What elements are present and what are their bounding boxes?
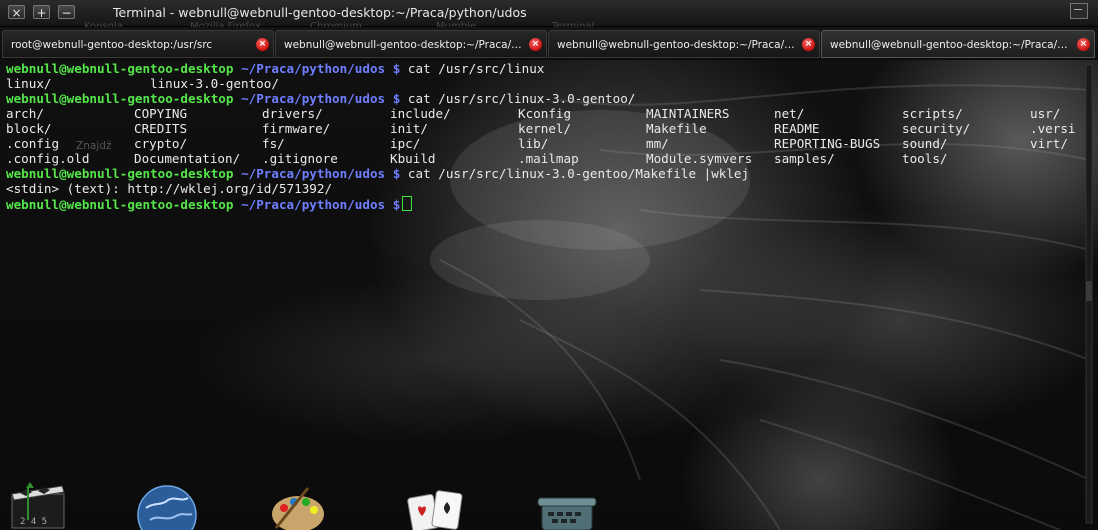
prompt-symbol: $ xyxy=(392,197,401,212)
listing-row: block/ CREDITS firmware/ init/ kernel/ M… xyxy=(6,121,1076,136)
tab-webnull-3-active[interactable]: webnull@webnull-gentoo-desktop:~/Praca/p… xyxy=(821,30,1095,58)
command-text: cat /usr/src/linux-3.0-gentoo/Makefile |… xyxy=(407,166,750,181)
listing-entry: virt/ xyxy=(1030,136,1068,151)
listing-entry: .config xyxy=(6,136,60,151)
maximize-window-button[interactable]: + xyxy=(33,5,50,20)
output-line: <stdin> (text): http://wklej.org/id/5713… xyxy=(6,181,749,196)
prompt-user: webnull@webnull-gentoo-desktop xyxy=(6,91,234,106)
listing-entry: crypto/ xyxy=(134,136,188,151)
listing-row: arch/ COPYING drivers/ include/ Kconfig … xyxy=(6,106,1060,121)
listing-entry: MAINTAINERS xyxy=(646,106,730,121)
tab-label: webnull@webnull-gentoo-desktop:~/Praca/p… xyxy=(830,39,1068,51)
listing-entry: .config.old xyxy=(6,151,90,166)
listing-entry: CREDITS xyxy=(134,121,188,136)
prompt-symbol: $ xyxy=(392,166,401,181)
prompt-path: ~/Praca/python/udos xyxy=(241,61,386,76)
prompt-line: webnull@webnull-gentoo-desktop ~/Praca/p… xyxy=(6,166,749,181)
prompt-line: webnull@webnull-gentoo-desktop ~/Praca/p… xyxy=(6,61,749,76)
tab-bar: root@webnull-gentoo-desktop:/usr/src × w… xyxy=(0,27,1098,61)
current-prompt-line[interactable]: webnull@webnull-gentoo-desktop ~/Praca/p… xyxy=(6,196,749,212)
close-tab-icon[interactable]: × xyxy=(256,38,269,51)
listing-entry: REPORTING-BUGS xyxy=(774,136,881,151)
terminal-scrollbar[interactable] xyxy=(1082,61,1096,529)
output-entry: linux-3.0-gentoo/ xyxy=(150,76,279,91)
listing-entry: block/ xyxy=(6,121,52,136)
listing-entry: include/ xyxy=(390,106,451,121)
window-title: Terminal - webnull@webnull-gentoo-deskto… xyxy=(113,5,527,20)
listing-entry: firmware/ xyxy=(262,121,331,136)
output-line: linux/ linux-3.0-gentoo/ xyxy=(6,76,749,91)
prompt-path: ~/Praca/python/udos xyxy=(241,91,386,106)
listing-entry: sound/ xyxy=(902,136,948,151)
listing-entry: COPYING xyxy=(134,106,188,121)
listing-entry: README xyxy=(774,121,820,136)
prompt-symbol: $ xyxy=(392,91,401,106)
listing-entry: usr/ xyxy=(1030,106,1061,121)
tab-label: webnull@webnull-gentoo-desktop:~/Praca/p… xyxy=(557,39,795,51)
tab-webnull-1[interactable]: webnull@webnull-gentoo-desktop:~/Praca/p… xyxy=(275,30,547,58)
prompt-path: ~/Praca/python/udos xyxy=(241,166,386,181)
listing-row: .config crypto/ fs/ ipc/ lib/ mm/ REPORT… xyxy=(6,136,1068,151)
listing-entry: samples/ xyxy=(774,151,835,166)
listing-entry: arch/ xyxy=(6,106,44,121)
listing-row: .config.old Documentation/ .gitignore Kb… xyxy=(6,151,948,166)
listing-entry: Kbuild xyxy=(390,151,436,166)
listing-entry: mm/ xyxy=(646,136,669,151)
paint-palette-icon[interactable] xyxy=(268,484,326,530)
prompt-path: ~/Praca/python/udos xyxy=(241,197,386,212)
paste-url-output: <stdin> (text): http://wklej.org/id/5713… xyxy=(6,181,333,196)
listing-entry: Documentation/ xyxy=(134,151,241,166)
prompt-line: webnull@webnull-gentoo-desktop ~/Praca/p… xyxy=(6,91,749,106)
listing-entry: .versi xyxy=(1030,121,1076,136)
prompt-user: webnull@webnull-gentoo-desktop xyxy=(6,166,234,181)
listing-entry: net/ xyxy=(774,106,805,121)
listing-entry: kernel/ xyxy=(518,121,572,136)
listing-entry: ipc/ xyxy=(390,136,421,151)
film-clapper-icon[interactable]: 2 4 5 xyxy=(8,480,66,530)
command-text: cat /usr/src/linux-3.0-gentoo/ xyxy=(407,91,636,106)
terminal-output: webnull@webnull-gentoo-desktop ~/Praca/p… xyxy=(6,61,1076,212)
prompt-symbol: $ xyxy=(392,61,401,76)
output-entry: linux/ xyxy=(6,76,52,91)
tab-webnull-2[interactable]: webnull@webnull-gentoo-desktop:~/Praca/p… xyxy=(548,30,820,58)
listing-entry: Kconfig xyxy=(518,106,572,121)
listing-entry: scripts/ xyxy=(902,106,963,121)
listing-entry: security/ xyxy=(902,121,971,136)
terminal-window: × + − Terminal - webnull@webnull-gentoo-… xyxy=(0,0,1098,530)
globe-icon[interactable] xyxy=(136,484,198,530)
title-bar[interactable]: × + − Terminal - webnull@webnull-gentoo-… xyxy=(0,0,1098,32)
terminal-area[interactable]: Znajdź webnull@webnull-gentoo-desktop ~/… xyxy=(0,60,1098,530)
tab-label: root@webnull-gentoo-desktop:/usr/src xyxy=(11,39,213,51)
prompt-user: webnull@webnull-gentoo-desktop xyxy=(6,197,234,212)
close-window-button[interactable]: × xyxy=(8,5,25,20)
command-text: cat /usr/src/linux xyxy=(407,61,545,76)
prompt-user: webnull@webnull-gentoo-desktop xyxy=(6,61,234,76)
minimize-window-button[interactable]: − xyxy=(58,5,75,20)
window-menu-icon[interactable] xyxy=(1070,3,1088,19)
listing-entry: Makefile xyxy=(646,121,707,136)
close-tab-icon[interactable]: × xyxy=(802,38,815,51)
listing-entry: .gitignore xyxy=(262,151,338,166)
playing-cards-icon[interactable] xyxy=(404,486,466,530)
text-cursor xyxy=(402,196,413,211)
listing-entry: drivers/ xyxy=(262,106,323,121)
close-tab-icon[interactable]: × xyxy=(529,38,542,51)
clapper-digits: 2 4 5 xyxy=(20,517,47,527)
listing-entry: Module.symvers xyxy=(646,151,753,166)
listing-entry: fs/ xyxy=(262,136,285,151)
tab-label: webnull@webnull-gentoo-desktop:~/Praca/p… xyxy=(284,39,522,51)
tab-root-usr-src[interactable]: root@webnull-gentoo-desktop:/usr/src × xyxy=(2,30,274,58)
listing-entry: lib/ xyxy=(518,136,549,151)
close-tab-icon[interactable]: × xyxy=(1077,38,1090,51)
listing-entry: .mailmap xyxy=(518,151,579,166)
typewriter-icon[interactable] xyxy=(534,490,600,530)
listing-entry: init/ xyxy=(390,121,428,136)
listing-entry: tools/ xyxy=(902,151,948,166)
